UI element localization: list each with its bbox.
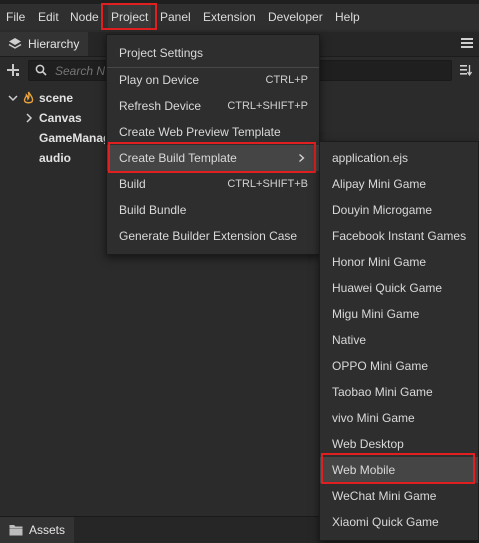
menu-node[interactable]: Node	[67, 4, 102, 30]
submenu-item-taobao-mini-game[interactable]: Taobao Mini Game	[320, 379, 478, 405]
menu-item-shortcut: CTRL+SHIFT+P	[227, 100, 308, 112]
menu-item-label: Xiaomi Quick Game	[332, 515, 439, 529]
folder-icon	[9, 525, 23, 536]
menu-edit[interactable]: Edit	[35, 4, 62, 30]
build-template-submenu: application.ejs Alipay Mini Game Douyin …	[319, 141, 479, 541]
tree-node-label: scene	[39, 91, 74, 105]
menu-item-project-settings[interactable]: Project Settings	[107, 40, 319, 66]
menu-file[interactable]: File	[3, 4, 28, 30]
submenu-item-wechat-mini-game[interactable]: WeChat Mini Game	[320, 483, 478, 509]
menu-item-create-build-template[interactable]: Create Build Template	[107, 145, 319, 171]
menu-project[interactable]: Project	[108, 4, 152, 30]
submenu-item-xiaomi-quick-game[interactable]: Xiaomi Quick Game	[320, 509, 478, 535]
tree-node-label: audio	[39, 151, 71, 165]
submenu-item-douyin-microgame[interactable]: Douyin Microgame	[320, 197, 478, 223]
submenu-item-oppo-mini-game[interactable]: OPPO Mini Game	[320, 353, 478, 379]
scene-icon	[23, 91, 34, 104]
menu-item-label: Douyin Microgame	[332, 203, 433, 217]
tree-node-canvas[interactable]: Canvas	[0, 108, 110, 128]
project-menu: Project Settings Play on Device CTRL+P R…	[106, 34, 320, 255]
submenu-item-application-ejs[interactable]: application.ejs	[320, 145, 478, 171]
tab-hierarchy[interactable]: Hierarchy	[0, 32, 88, 56]
menu-item-label: OPPO Mini Game	[332, 359, 429, 373]
menu-item-build[interactable]: Build CTRL+SHIFT+B	[107, 171, 319, 197]
sort-icon[interactable]	[459, 63, 473, 77]
menu-item-label: Create Build Template	[119, 151, 237, 165]
menu-item-refresh-device[interactable]: Refresh Device CTRL+SHIFT+P	[107, 93, 319, 119]
menu-item-label: vivo Mini Game	[332, 411, 415, 425]
tree-node-scene[interactable]: scene	[0, 88, 110, 108]
tree-node-audio[interactable]: audio	[0, 148, 105, 168]
submenu-item-alipay-mini-game[interactable]: Alipay Mini Game	[320, 171, 478, 197]
menu-help[interactable]: Help	[332, 4, 363, 30]
menu-item-shortcut: CTRL+P	[265, 74, 309, 86]
tree-node-gamemanager[interactable]: GameManag	[0, 128, 105, 148]
tab-assets-label: Assets	[29, 523, 66, 537]
submenu-item-vivo-mini-game[interactable]: vivo Mini Game	[320, 405, 478, 431]
menu-item-label: Create Web Preview Template	[119, 125, 281, 139]
menu-item-label: Alipay Mini Game	[332, 177, 427, 191]
tree-node-label: Canvas	[39, 111, 82, 125]
menu-extension[interactable]: Extension	[200, 4, 259, 30]
menu-item-label: Refresh Device	[119, 99, 202, 113]
menu-item-build-bundle[interactable]: Build Bundle	[107, 197, 319, 223]
menu-item-label: Build	[119, 177, 146, 191]
submenu-item-honor-mini-game[interactable]: Honor Mini Game	[320, 249, 478, 275]
menu-item-label: WeChat Mini Game	[332, 489, 437, 503]
submenu-item-web-mobile[interactable]: Web Mobile	[320, 457, 478, 483]
menu-item-label: application.ejs	[332, 151, 409, 165]
menu-item-play-on-device[interactable]: Play on Device CTRL+P	[107, 67, 319, 93]
menu-panel[interactable]: Panel	[157, 4, 194, 30]
menu-item-label: Facebook Instant Games	[332, 229, 467, 243]
menu-item-label: Native	[332, 333, 367, 347]
menu-item-label: Play on Device	[119, 73, 200, 87]
menu-item-label: Huawei Quick Game	[332, 281, 443, 295]
submenu-item-facebook-instant-games[interactable]: Facebook Instant Games	[320, 223, 478, 249]
menu-item-generate-builder-extension-case[interactable]: Generate Builder Extension Case	[107, 223, 319, 249]
submenu-item-native[interactable]: Native	[320, 327, 478, 353]
menu-item-label: Generate Builder Extension Case	[119, 229, 298, 243]
menu-bar: File Edit Node Project Panel Extension D…	[0, 4, 479, 30]
menu-item-label: Migu Mini Game	[332, 307, 420, 321]
menu-item-label: Web Mobile	[332, 463, 396, 477]
layers-icon	[8, 38, 22, 49]
submenu-item-web-desktop[interactable]: Web Desktop	[320, 431, 478, 457]
menu-developer[interactable]: Developer	[265, 4, 326, 30]
search-icon	[35, 64, 47, 76]
submenu-item-migu-mini-game[interactable]: Migu Mini Game	[320, 301, 478, 327]
menu-item-label: Web Desktop	[332, 437, 404, 451]
menu-item-label: Build Bundle	[119, 203, 187, 217]
menu-item-label: Honor Mini Game	[332, 255, 427, 269]
add-node-icon[interactable]	[6, 63, 20, 77]
chevron-right-icon	[299, 154, 305, 162]
chevron-down-icon[interactable]	[8, 93, 18, 103]
menu-item-label: Taobao Mini Game	[332, 385, 433, 399]
submenu-item-huawei-quick-game[interactable]: Huawei Quick Game	[320, 275, 478, 301]
panel-menu-icon[interactable]	[461, 38, 473, 48]
tab-hierarchy-label: Hierarchy	[28, 37, 80, 51]
menu-item-create-web-preview-template[interactable]: Create Web Preview Template	[107, 119, 319, 145]
chevron-right-icon[interactable]	[24, 113, 34, 123]
menu-item-shortcut: CTRL+SHIFT+B	[227, 178, 308, 190]
tree-node-label: GameManag	[39, 131, 105, 145]
menu-item-label: Project Settings	[119, 46, 204, 60]
tab-assets[interactable]: Assets	[0, 517, 74, 543]
